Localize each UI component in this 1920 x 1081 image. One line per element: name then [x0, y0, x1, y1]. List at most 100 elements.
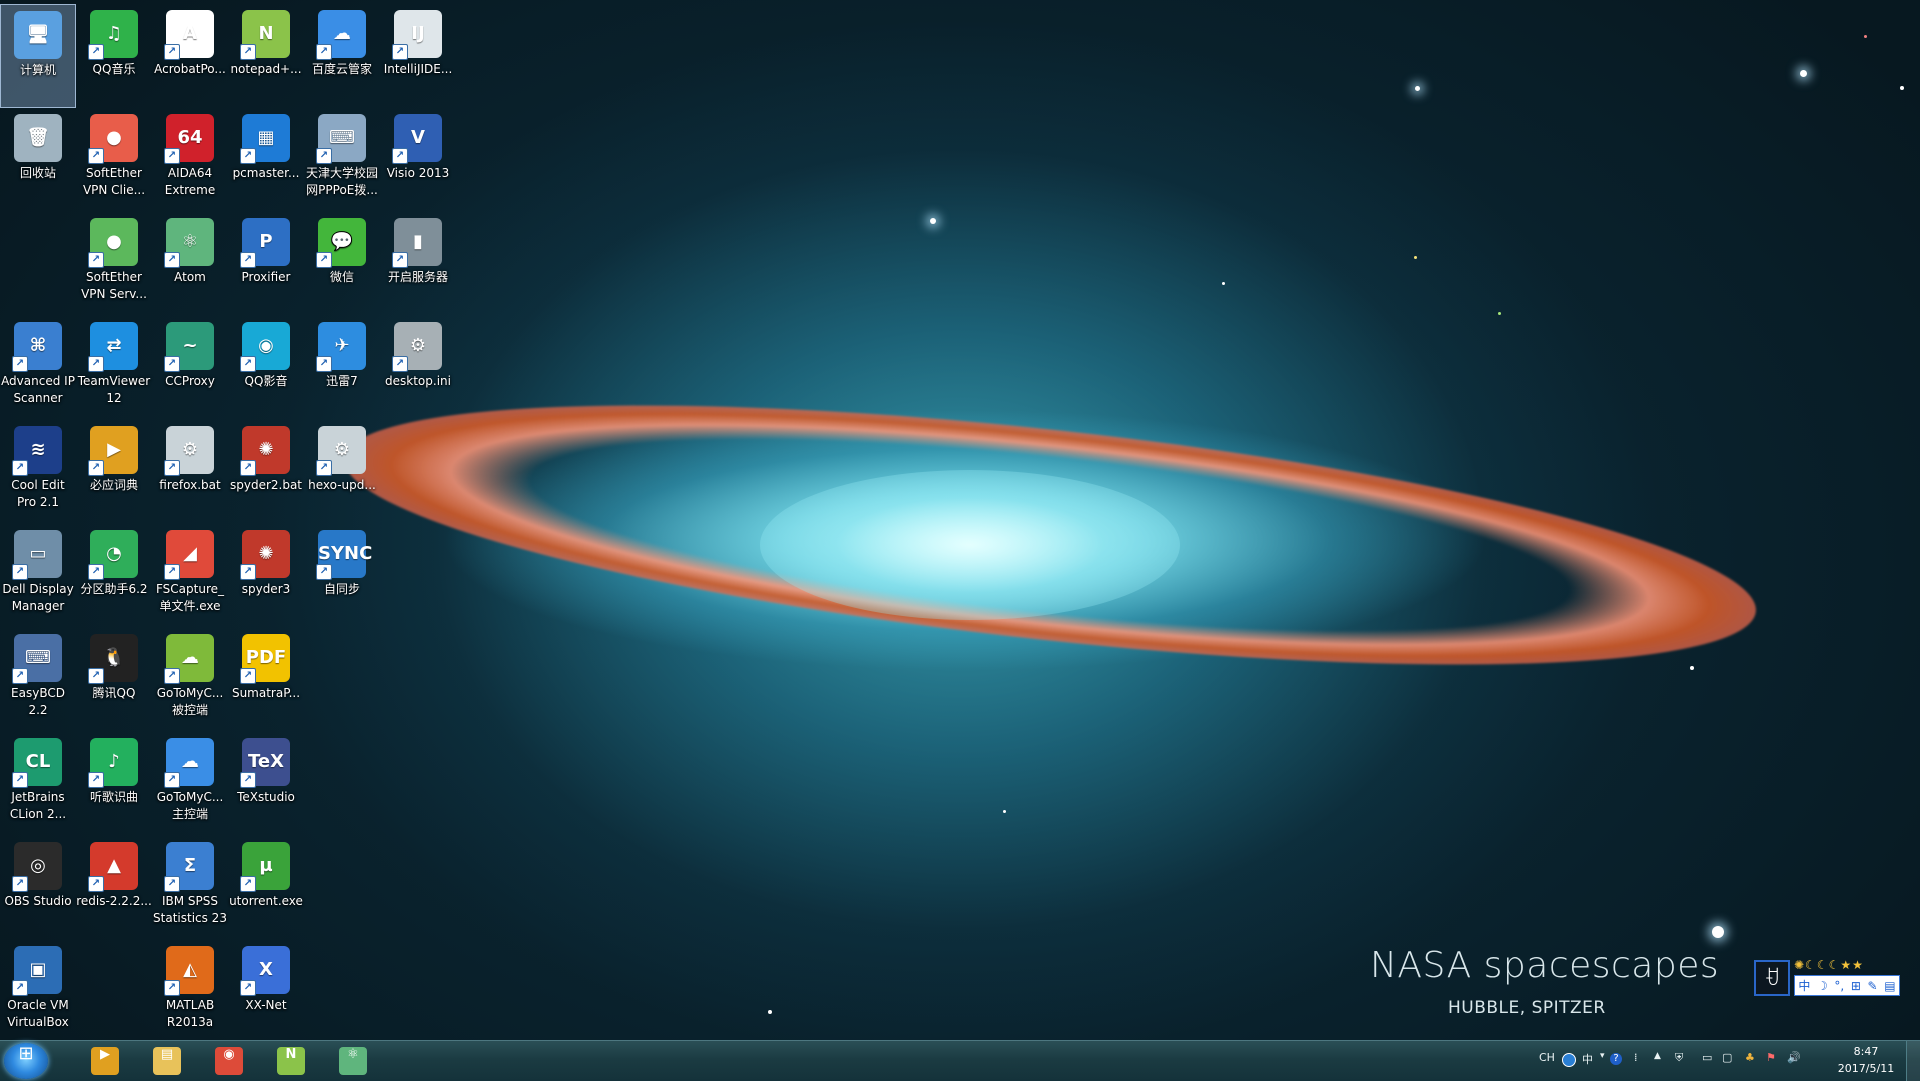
desktop-icon-utorrent[interactable]: µ ↗ utorrent.exe	[228, 836, 304, 940]
desktop-icon-virtualbox[interactable]: ▣ ↗ Oracle VM VirtualBox	[0, 940, 76, 1040]
desktop-icon-bat-file[interactable]: ⚙ ↗ hexo-upd...	[304, 420, 380, 524]
desktop-icon-qq-player[interactable]: ◉ ↗ QQ影音	[228, 316, 304, 420]
obs-icon: ◎ ↗	[12, 842, 62, 892]
desktop-icon-gotomycloud[interactable]: ☁ ↗ GoToMyC...主控端	[152, 732, 228, 836]
ime-toolbar[interactable]: ꀀ ✺☾☾☾★★ 中 ☽ °, ⊞ ✎ ▤	[1754, 958, 1900, 998]
desktop-icon-label: SumatraP...	[231, 686, 301, 700]
desktop-icon-label: FSCapture_单文件.exe	[155, 582, 225, 613]
desktop-icon-redis[interactable]: ▲ ↗ redis-2.2.2...	[76, 836, 152, 940]
ime-menu-button[interactable]: ▤	[1884, 979, 1895, 993]
ime-halfwidth-button[interactable]: ☽	[1817, 979, 1828, 993]
desktop-icon-proxifier[interactable]: P ↗ Proxifier	[228, 212, 304, 316]
desktop-icon-intellij[interactable]: IJ ↗ IntelliJIDE...	[380, 4, 456, 108]
shortcut-arrow-icon: ↗	[88, 876, 104, 892]
desktop-icon-gotomycloud[interactable]: ☁ ↗ GoToMyC...被控端	[152, 628, 228, 732]
ime-tools-button[interactable]: ✎	[1868, 979, 1878, 993]
ime-punctuation-button[interactable]: °,	[1834, 979, 1844, 993]
desktop-icon-atom[interactable]: ⚛ ↗ Atom	[152, 212, 228, 316]
taskbar-app-chrome[interactable]: ◉	[202, 1043, 256, 1079]
desktop-icon-obs[interactable]: ◎ ↗ OBS Studio	[0, 836, 76, 940]
clock-time[interactable]: 8:47	[1836, 1045, 1896, 1058]
desktop-icon-cool-edit[interactable]: ≋ ↗ Cool Edit Pro 2.1	[0, 420, 76, 524]
app-tray-icon[interactable]: ♣	[1745, 1051, 1755, 1064]
desktop-icon-softether-server[interactable]: ● ↗ SoftEther VPN Serv...	[76, 212, 152, 316]
desktop-icon-xx-net[interactable]: X ↗ XX-Net	[228, 940, 304, 1040]
desktop-icon-clion[interactable]: CL ↗ JetBrains CLion 2...	[0, 732, 76, 836]
language-indicator[interactable]: CH	[1539, 1051, 1555, 1064]
desktop-icon-acrobat[interactable]: A ↗ AcrobatPo...	[152, 4, 228, 108]
ime-settings-icon[interactable]: ⁞	[1634, 1051, 1638, 1064]
desktop-icon-xunlei[interactable]: ✈ ↗ 迅雷7	[304, 316, 380, 420]
desktop-icon-spss[interactable]: Σ ↗ IBM SPSS Statistics 23	[152, 836, 228, 940]
proxifier-icon: P ↗	[240, 218, 290, 268]
ime-indicator[interactable]: 中	[1582, 1051, 1593, 1067]
desktop-icon-bat-file[interactable]: ⚙ ↗ firefox.bat	[152, 420, 228, 524]
desktop-icon-ip-scanner[interactable]: ⌘ ↗ Advanced IP Scanner	[0, 316, 76, 420]
desktop-icon-visio[interactable]: V ↗ Visio 2013	[380, 108, 456, 212]
shield-icon[interactable]: ⛨	[1675, 1051, 1683, 1065]
matlab-icon: ◭ ↗	[164, 946, 214, 996]
start-button[interactable]: ⊞	[4, 1043, 48, 1079]
taskbar-app-atom[interactable]: ⚛	[326, 1043, 380, 1079]
desktop-icon-spyder[interactable]: ✺ ↗ spyder2.bat	[228, 420, 304, 524]
desktop-icon-easybcd[interactable]: ⌨ ↗ EasyBCD 2.2	[0, 628, 76, 732]
volume-icon[interactable]: 🔊	[1787, 1051, 1801, 1064]
galaxy-wallpaper-core	[760, 470, 1180, 620]
taskbar-app-notepad-plus[interactable]: N	[264, 1043, 318, 1079]
desktop-icon-computer[interactable]: 🖥 计算机	[0, 4, 76, 108]
desktop-icon-aida64[interactable]: 64 ↗ AIDA64 Extreme	[152, 108, 228, 212]
shortcut-arrow-icon: ↗	[164, 772, 180, 788]
desktop[interactable]: 🖥 计算机 ♫ ↗ QQ音乐 A ↗ AcrobatPo... N ↗ notepad+... ☁ ↗ 百…	[0, 0, 1920, 1040]
display-icon[interactable]: ▢	[1722, 1051, 1732, 1064]
desktop-icon-fscapture[interactable]: ◢ ↗ FSCapture_单文件.exe	[152, 524, 228, 628]
desktop-icon-ccproxy[interactable]: ~ ↗ CCProxy	[152, 316, 228, 420]
chevron-down-icon[interactable]: ▾	[1600, 1051, 1605, 1061]
network-icon[interactable]: ▭	[1702, 1051, 1712, 1064]
desktop-icon-ini-file[interactable]: ⚙ ↗ desktop.ini	[380, 316, 456, 420]
action-center-flag-icon[interactable]: ⚑	[1766, 1051, 1776, 1064]
taskbar-app-bing-dictionary[interactable]: ▶	[78, 1043, 132, 1079]
desktop-icon-sync[interactable]: SYNC ↗ 自同步	[304, 524, 380, 628]
gotomycloud-icon: ☁ ↗	[164, 634, 214, 684]
ime-keyboard-button[interactable]: ⊞	[1851, 979, 1861, 993]
star	[1864, 35, 1867, 38]
desktop-icon-music-recognition[interactable]: ♪ ↗ 听歌识曲	[76, 732, 152, 836]
desktop-icon-wechat[interactable]: 💬 ↗ 微信	[304, 212, 380, 316]
desktop-icon-matlab[interactable]: ◭ ↗ MATLAB R2013a	[152, 940, 228, 1040]
ime-logo-icon[interactable]: ꀀ	[1754, 960, 1790, 996]
shortcut-arrow-icon: ↗	[88, 460, 104, 476]
desktop-icon-partition-assistant[interactable]: ◔ ↗ 分区助手6.2	[76, 524, 152, 628]
desktop-icon-texstudio[interactable]: TeX ↗ TeXstudio	[228, 732, 304, 836]
desktop-icon-label: utorrent.exe	[229, 894, 303, 908]
desktop-icon-softether-client[interactable]: ● ↗ SoftEther VPN Clie...	[76, 108, 152, 212]
desktop-icon-notepad-plus[interactable]: N ↗ notepad+...	[228, 4, 304, 108]
shortcut-arrow-icon: ↗	[164, 564, 180, 580]
intellij-icon: IJ ↗	[392, 10, 442, 60]
desktop-icon-sumatra-pdf[interactable]: PDF ↗ SumatraP...	[228, 628, 304, 732]
show-desktop-button[interactable]	[1906, 1041, 1920, 1081]
desktop-icon-pcmaster[interactable]: ▦ ↗ pcmaster...	[228, 108, 304, 212]
desktop-icon-teamviewer[interactable]: ⇄ ↗ TeamViewer 12	[76, 316, 152, 420]
shortcut-arrow-icon: ↗	[164, 148, 180, 164]
desktop-icon-spyder[interactable]: ✺ ↗ spyder3	[228, 524, 304, 628]
desktop-icon-recycle-bin[interactable]: 🗑 回收站	[0, 108, 76, 212]
desktop-icon-label: firefox.bat	[159, 478, 221, 492]
ime-chinese-mode-button[interactable]: 中	[1798, 977, 1810, 994]
desktop-icon-start-server[interactable]: ▮ ↗ 开启服务器	[380, 212, 456, 316]
desktop-icon-qq[interactable]: 🐧 ↗ 腾讯QQ	[76, 628, 152, 732]
desktop-icon-baidu-cloud[interactable]: ☁ ↗ 百度云管家	[304, 4, 380, 108]
desktop-icon-qq-music[interactable]: ♫ ↗ QQ音乐	[76, 4, 152, 108]
taskbar-app-file-explorer[interactable]: ▤	[140, 1043, 194, 1079]
shortcut-arrow-icon: ↗	[12, 460, 28, 476]
desktop-icon-dell-display[interactable]: ▭ ↗ Dell Display Manager	[0, 524, 76, 628]
qq-tray-icon[interactable]	[1562, 1053, 1576, 1067]
desktop-icon-network-dialer[interactable]: ⌨ ↗ 天津大学校园网PPPoE拨...	[304, 108, 380, 212]
desktop-icon-label: EasyBCD 2.2	[11, 686, 65, 717]
help-icon[interactable]: ?	[1610, 1053, 1622, 1065]
clock-date[interactable]: 2017/5/11	[1830, 1062, 1902, 1075]
desktop-icon-label: 开启服务器	[387, 270, 448, 284]
bing-dictionary-icon: ▶	[91, 1047, 119, 1075]
show-hidden-icons-button[interactable]: ▲	[1654, 1051, 1661, 1061]
desktop-icon-label: IBM SPSS Statistics 23	[153, 894, 227, 925]
desktop-icon-bing-dictionary[interactable]: ▶ ↗ 必应词典	[76, 420, 152, 524]
